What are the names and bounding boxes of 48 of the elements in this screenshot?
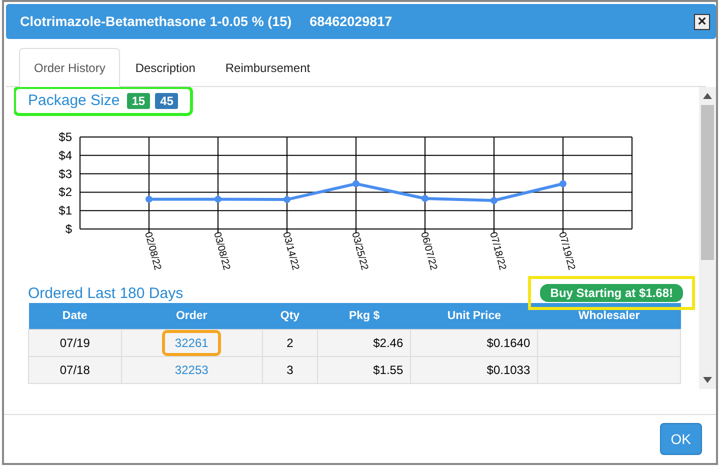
axis-label: $3 — [58, 166, 72, 181]
table-cell: $1.55 — [318, 356, 411, 384]
table-cell: 07/18 — [28, 356, 122, 384]
axis-label: $4 — [58, 148, 72, 162]
ok-button[interactable]: OK — [660, 423, 702, 455]
tab[interactable]: Reimbursement — [210, 48, 326, 87]
column-header: Order — [121, 303, 262, 330]
table-cell: $0.1033 — [410, 356, 538, 384]
table-cell: 3 — [262, 356, 318, 384]
product-code: 68462029817 — [310, 14, 392, 29]
buy-button[interactable]: Buy Starting at $1.68! — [540, 284, 683, 302]
table-cell: $0.1640 — [410, 330, 538, 356]
column-header: Date — [28, 303, 122, 330]
axis-label: 02/08/22 — [142, 230, 163, 272]
axis-label: $1 — [58, 204, 72, 218]
scroll-down-icon[interactable] — [703, 377, 712, 383]
axis-label: 06/07/22 — [418, 230, 439, 272]
window-title: Clotrimazole-Betamethasone 1-0.05 % (15) — [20, 14, 292, 29]
axis-label: 07/18/22 — [487, 230, 508, 272]
data-point — [560, 180, 566, 188]
data-point — [422, 194, 428, 202]
axis-label: 07/19/22 — [556, 230, 577, 272]
scrollbar[interactable] — [699, 87, 716, 389]
axis-label: 03/14/22 — [280, 230, 301, 272]
data-point — [146, 196, 152, 203]
scroll-up-icon[interactable] — [703, 93, 712, 99]
table-cell: 2 — [262, 330, 318, 356]
size-badge[interactable]: 45 — [155, 92, 178, 108]
axis-label: 03/25/22 — [349, 230, 370, 272]
tab[interactable]: Description — [120, 48, 210, 87]
axis-label: $2 — [58, 185, 72, 200]
data-point — [490, 196, 498, 204]
table-cell: $2.46 — [318, 330, 411, 356]
section-heading: Ordered Last 180 Days — [28, 285, 184, 302]
close-button[interactable]: × — [694, 14, 710, 30]
axis-label: $ — [65, 222, 72, 236]
column-header: Unit Price — [410, 303, 538, 330]
size-badge[interactable]: 15 — [126, 92, 150, 108]
data-point — [352, 180, 360, 188]
axis-label: $5 — [58, 130, 72, 144]
table-cell: 07/19 — [28, 330, 122, 356]
data-point — [214, 196, 222, 203]
data-point — [284, 196, 290, 204]
axis-label: 03/08/22 — [211, 230, 232, 272]
tab[interactable]: Order History — [19, 48, 120, 87]
section-heading: Package Size — [28, 92, 120, 109]
column-header: Pkg $ — [318, 303, 411, 330]
column-header: Qty — [262, 303, 318, 330]
